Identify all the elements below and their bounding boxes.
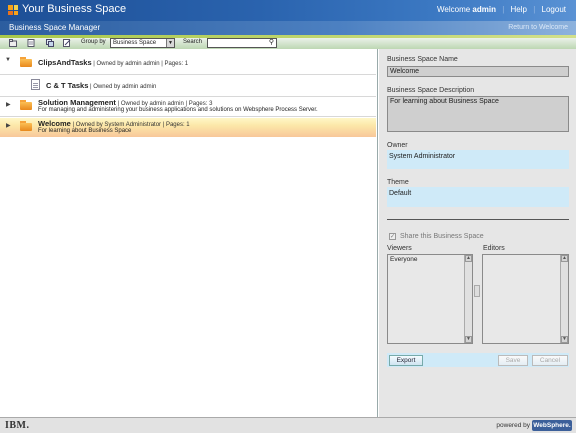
page-title: Business Space Manager	[9, 23, 101, 32]
editors-listbox[interactable]: ▲ ▼	[482, 254, 569, 344]
logout-link[interactable]: Logout	[542, 5, 566, 14]
chevron-down-icon[interactable]: ▼	[166, 39, 174, 47]
group-by-value: Business Space	[113, 40, 157, 46]
theme-value[interactable]: Default	[387, 187, 569, 207]
search-label: Search	[183, 39, 203, 45]
collapse-arrow-icon[interactable]: ▼	[5, 57, 11, 63]
business-space-list: ▼ ClipsAndTasks | Owned by admin admin |…	[0, 49, 378, 417]
space-title[interactable]: Solution Management	[38, 98, 116, 107]
folder-icon	[20, 57, 32, 67]
share-checkbox[interactable]: ✓	[389, 233, 396, 240]
separator: |	[533, 5, 536, 14]
scroll-down-icon[interactable]: ▼	[465, 336, 472, 343]
business-space-logo-icon	[8, 5, 18, 15]
space-description-label: Business Space Description	[387, 87, 475, 94]
ibm-logo: IBM.	[5, 420, 30, 431]
space-title-row: Solution Management | Owned by admin adm…	[38, 98, 212, 107]
owner-value: System Administrator	[387, 150, 569, 169]
space-title-row: ClipsAndTasks | Owned by admin admin | P…	[38, 58, 188, 67]
theme-label: Theme	[387, 179, 409, 186]
scrollbar[interactable]: ▲ ▼	[464, 255, 472, 343]
expand-arrow-icon[interactable]: ▶	[6, 122, 11, 129]
manager-title-bar: Business Space Manager Return to Welcome	[0, 21, 576, 35]
page-row-ct-tasks[interactable]: C & T Tasks | Owned by admin admin	[0, 77, 376, 95]
share-label: Share this Business Space	[400, 233, 484, 240]
new-space-icon[interactable]	[9, 39, 17, 47]
space-name-label: Business Space Name	[387, 56, 458, 63]
save-button[interactable]: Save	[498, 355, 528, 366]
expand-arrow-icon[interactable]: ▶	[6, 101, 11, 108]
scroll-up-icon[interactable]: ▲	[561, 255, 568, 262]
space-description: For managing and administering your busi…	[38, 107, 318, 113]
viewers-listbox[interactable]: Everyone ▲ ▼	[387, 254, 473, 344]
viewers-label: Viewers	[387, 245, 412, 252]
details-panel: Business Space Name Welcome Business Spa…	[379, 49, 576, 417]
space-name-field[interactable]: Welcome	[387, 66, 569, 77]
websphere-logo: WebSphere.	[532, 420, 572, 431]
footer: IBM. powered by WebSphere.	[0, 417, 576, 433]
space-title-row: Welcome | Owned by System Administrator …	[38, 119, 190, 128]
top-links: Welcome admin | Help | Logout	[437, 5, 566, 14]
move-arrows[interactable]	[474, 285, 480, 297]
scroll-up-icon[interactable]: ▲	[465, 255, 472, 262]
return-to-welcome-link[interactable]: Return to Welcome	[508, 24, 568, 31]
edit-page-icon[interactable]	[63, 39, 71, 47]
new-page-icon[interactable]	[27, 39, 35, 47]
page-icon	[31, 79, 40, 90]
scrollbar[interactable]: ▲ ▼	[560, 255, 568, 343]
space-title[interactable]: ClipsAndTasks	[38, 58, 92, 67]
space-row-welcome[interactable]: ▶ Welcome | Owned by System Administrato…	[0, 118, 376, 137]
search-icon[interactable]: ⚲	[269, 39, 274, 47]
space-description-field[interactable]: For learning about Business Space	[387, 96, 569, 132]
welcome-text: Welcome	[436, 5, 471, 14]
space-meta: | Owned by admin admin | Pages: 1	[91, 61, 189, 67]
space-title[interactable]: Welcome	[38, 119, 71, 128]
viewer-item[interactable]: Everyone	[388, 255, 472, 264]
app-title: Your Business Space	[22, 3, 127, 15]
page-name[interactable]: C & T Tasks	[46, 81, 88, 90]
editors-label: Editors	[483, 245, 505, 252]
group-by-label: Group by	[81, 39, 106, 45]
copy-space-icon[interactable]	[46, 39, 54, 47]
export-button[interactable]: Export	[389, 355, 423, 366]
search-input[interactable]: ⚲	[207, 38, 277, 48]
space-row-solution-management[interactable]: ▶ Solution Management | Owned by admin a…	[0, 97, 376, 116]
separator: |	[502, 5, 505, 14]
username: admin	[472, 5, 496, 14]
cancel-button[interactable]: Cancel	[532, 355, 568, 366]
row-divider	[0, 116, 376, 117]
help-link[interactable]: Help	[511, 5, 527, 14]
group-by-select[interactable]: Business Space ▼	[110, 38, 175, 48]
folder-icon	[20, 121, 32, 131]
space-row-clipsandtasks[interactable]: ▼ ClipsAndTasks | Owned by admin admin |…	[0, 55, 376, 73]
toolbar: Group by Business Space ▼ Search ⚲	[0, 38, 576, 49]
owner-label: Owner	[387, 142, 408, 149]
powered-by-text: powered by	[496, 422, 530, 429]
top-banner: Your Business Space Welcome admin | Help…	[0, 0, 576, 21]
row-divider	[0, 74, 376, 75]
scroll-down-icon[interactable]: ▼	[561, 336, 568, 343]
page-meta: | Owned by admin admin	[88, 84, 157, 90]
action-bar: Export Save Cancel	[387, 353, 569, 367]
page-title-row: C & T Tasks | Owned by admin admin	[46, 81, 156, 90]
space-description: For learning about Business Space	[38, 128, 132, 134]
section-divider	[387, 219, 569, 220]
folder-icon	[20, 100, 32, 110]
